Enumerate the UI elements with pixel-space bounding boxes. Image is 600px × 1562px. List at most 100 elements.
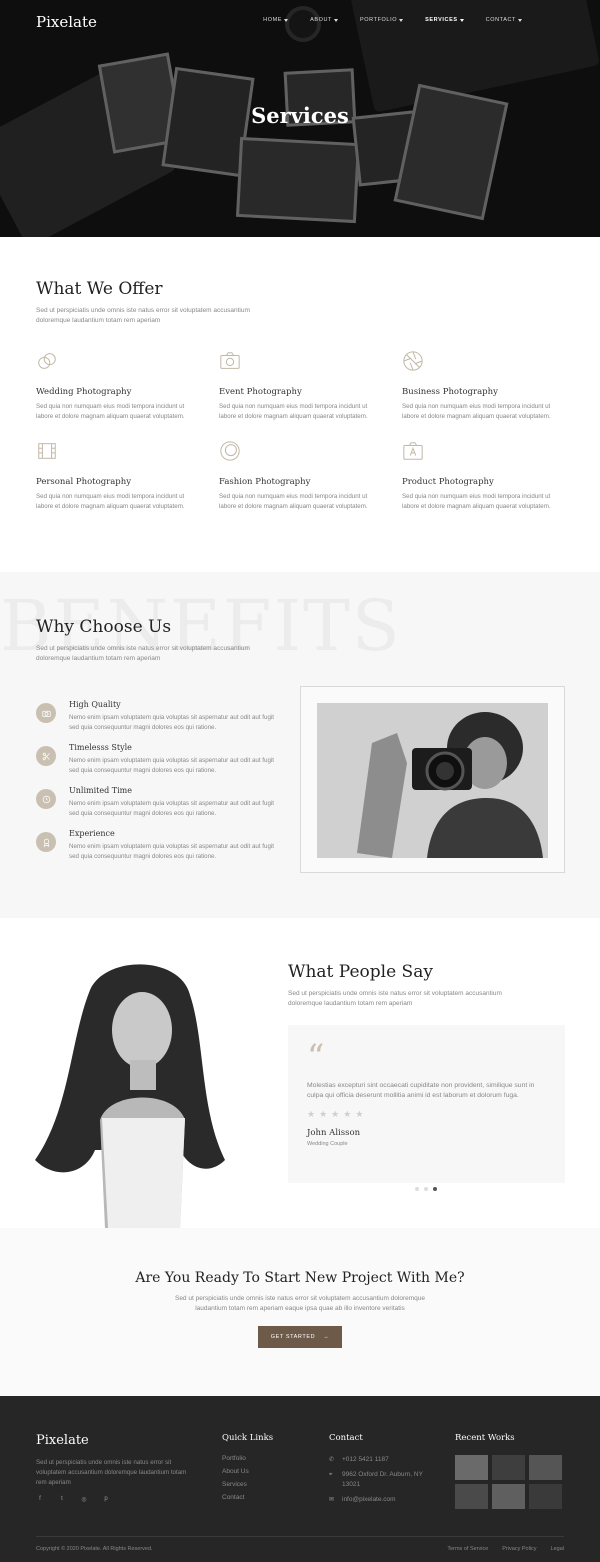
contact-title: Contact [329,1433,363,1443]
camera-icon [220,352,240,369]
recent-work-thumbnail[interactable] [455,1484,488,1509]
carousel-dot[interactable] [415,1187,419,1191]
testimonial-section: What People Say Sed ut perspiciatis unde… [0,918,600,1228]
legal-links: Terms of Service Privacy Policy Legal [447,1546,564,1552]
recent-works-column: Recent Works [455,1433,562,1509]
chevron-down-icon [518,18,522,22]
service-title: Personal Photography [36,477,132,487]
service-title: Fashion Photography [219,477,311,487]
contact-email: ✉ info@pixelate.com [329,1495,429,1505]
woman-illustration [30,960,240,1228]
location-pin-icon: ⌖ [329,1472,333,1478]
facebook-icon[interactable]: f [36,1496,44,1503]
contact-address: ⌖ 9962 Oxford Dr. Auburn, NY 13021 [329,1470,429,1490]
feature-text: Nemo enim ipsam voluptatem quia voluptas… [69,714,274,731]
footer-logo[interactable]: Pixelate [36,1433,89,1448]
star-icon: ★ [307,1109,316,1119]
service-text: Sed quia non numquam eius modi tempora i… [402,403,551,420]
cta-text: Sed ut perspiciatis unde omnis iste natu… [174,1295,425,1312]
footer-link-services[interactable]: Services [222,1481,273,1488]
feature-badge [36,832,56,852]
recent-work-thumbnail[interactable] [455,1455,488,1480]
privacy-link[interactable]: Privacy Policy [502,1546,536,1552]
service-title: Event Photography [219,387,302,397]
chevron-down-icon [459,18,464,22]
main-nav: HOME ABOUT PORTFOLIO SERVICES CONTACT [263,17,522,23]
clock-icon [42,795,50,803]
recent-work-thumbnail[interactable] [529,1484,562,1509]
photographer-image-frame [300,686,565,873]
camera-icon [41,710,51,717]
footer-link-portfolio[interactable]: Portfolio [222,1455,273,1462]
feature-text: Nemo enim ipsam voluptatem quia voluptas… [69,843,274,860]
terms-link[interactable]: Terms of Service [447,1546,488,1552]
carousel-dots [415,1187,437,1191]
instagram-icon[interactable]: ◎ [80,1496,88,1503]
phone-icon: ✆ [329,1457,335,1463]
nav-item-portfolio[interactable]: PORTFOLIO [360,17,404,23]
feature-title: Experience [69,829,115,838]
site-logo[interactable]: Pixelate [36,13,97,31]
chevron-down-icon [284,18,289,22]
film-icon [38,443,56,459]
legal-link[interactable]: Legal [551,1546,564,1552]
offer-section: What We Offer Sed ut perspiciatis unde o… [0,237,600,572]
get-started-button[interactable]: GET STARTED → [257,1326,343,1348]
nav-label: HOME [263,17,283,23]
service-card: Business Photography Sed quia non numqua… [402,350,585,422]
testimonial-quote: Molestias excepturi sint occaecati cupid… [307,1082,535,1099]
service-card: Fashion Photography Sed quia non numquam… [219,440,402,512]
offer-lead: Sed ut perspiciatis unde omnis iste natu… [36,307,250,324]
why-lead: Sed ut perspiciatis unde omnis iste natu… [36,645,250,662]
service-title: Wedding Photography [36,387,132,397]
carousel-dot[interactable] [424,1187,428,1191]
rating-stars: ★ ★ ★ ★ ★ [307,1109,546,1120]
contact-column: Contact ✆ +012 5421 1187 ⌖ 9962 Oxford Dr.… [329,1433,429,1510]
nav-label: CONTACT [485,17,516,23]
nav-label: PORTFOLIO [360,17,398,23]
chevron-down-icon [334,18,339,22]
star-icon: ★ [355,1109,364,1119]
nav-item-contact[interactable]: CONTACT [486,17,522,23]
quick-links-column: Quick Links Portfolio About Us Services … [222,1433,273,1507]
copyright-text: Copyright © 2020 Pixelate. All Rights Re… [36,1546,153,1552]
lens-icon [220,441,240,461]
contact-phone: ✆ +012 5421 1187 [329,1455,429,1465]
email-text[interactable]: info@pixelate.com [342,1495,396,1505]
recent-works-title: Recent Works [455,1433,515,1443]
recent-work-thumbnail[interactable] [492,1455,525,1480]
recent-work-thumbnail[interactable] [529,1455,562,1480]
page-title: Services [251,103,349,128]
testimonial-role: Wedding Couple [307,1141,348,1147]
footer-about: Sed ut perspiciatis unde omnis iste natu… [36,1459,187,1486]
phone-text[interactable]: +012 5421 1187 [342,1455,389,1465]
feature-item: Experience Nemo enim ipsam voluptatem qu… [36,829,276,862]
feature-item: Unlimited Time Nemo enim ipsam voluptate… [36,786,276,819]
star-icon: ★ [343,1109,352,1119]
pinterest-icon[interactable]: p [102,1496,110,1503]
chevron-down-icon [399,18,404,22]
recent-works-grid [455,1455,562,1509]
why-title: Why Choose Us [36,617,172,637]
carousel-dot-active[interactable] [433,1187,437,1191]
feature-badge [36,789,56,809]
twitter-icon[interactable]: t [58,1496,66,1503]
feature-item: High Quality Nemo enim ipsam voluptatem … [36,700,276,733]
award-icon [43,838,49,847]
photographer-illustration [317,703,548,858]
envelope-icon: ✉ [329,1497,335,1503]
scissors-icon [42,752,50,760]
why-section: BENEFITS Why Choose Us Sed ut perspiciat… [0,572,600,918]
arrow-right-icon: → [323,1334,330,1340]
testimonial-title: What People Say [288,962,433,982]
nav-item-home[interactable]: HOME [263,17,289,23]
nav-item-services[interactable]: SERVICES [425,17,464,23]
nav-label: ABOUT [310,17,333,23]
cta-title: Are You Ready To Start New Project With … [135,1270,465,1286]
nav-item-about[interactable]: ABOUT [310,17,339,23]
services-grid: Wedding Photography Sed quia non numquam… [36,350,564,512]
feature-badge [36,746,56,766]
footer-link-contact[interactable]: Contact [222,1494,273,1501]
footer-link-about[interactable]: About Us [222,1468,273,1475]
recent-work-thumbnail[interactable] [492,1484,525,1509]
